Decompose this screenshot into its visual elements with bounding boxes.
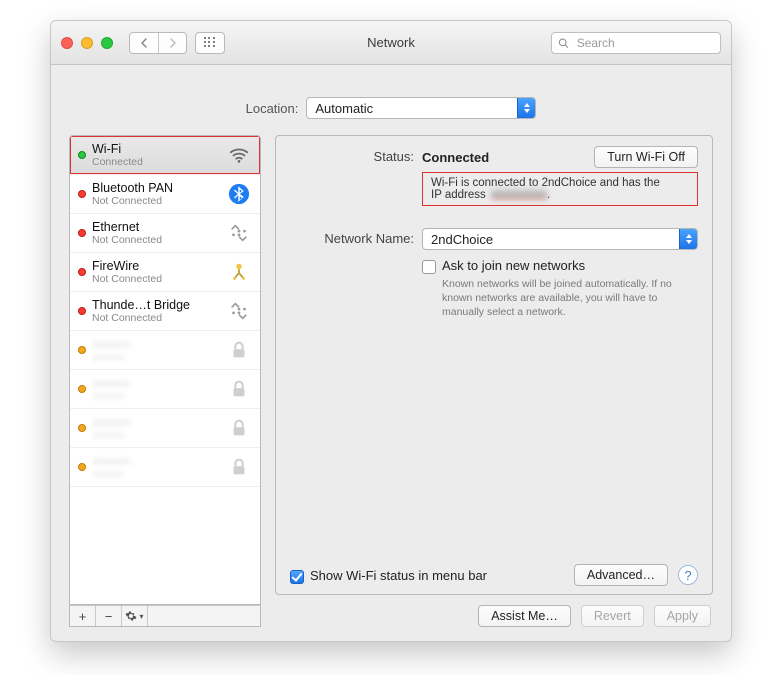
status-label: Status: bbox=[290, 146, 422, 164]
lock-icon bbox=[226, 376, 252, 402]
service-item-ethernet[interactable]: Thunde…t BridgeNot Connected bbox=[70, 292, 260, 331]
titlebar: Network bbox=[51, 21, 731, 65]
window-controls bbox=[61, 37, 113, 49]
gear-icon bbox=[125, 610, 137, 622]
service-name: ——— bbox=[92, 376, 220, 390]
network-name-value: 2ndChoice bbox=[423, 232, 679, 247]
ask-join-label: Ask to join new networks bbox=[442, 258, 585, 273]
status-dot bbox=[78, 268, 86, 276]
toggle-wifi-button[interactable]: Turn Wi-Fi Off bbox=[594, 146, 698, 168]
location-row: Location: Automatic bbox=[69, 81, 713, 119]
revert-button[interactable]: Revert bbox=[581, 605, 644, 627]
service-detail: Status: Connected Turn Wi-Fi Off Wi-Fi i… bbox=[275, 135, 713, 627]
lock-icon bbox=[226, 337, 252, 363]
add-service-button[interactable]: + bbox=[70, 606, 96, 626]
network-name-select[interactable]: 2ndChoice bbox=[422, 228, 698, 250]
advanced-button[interactable]: Advanced… bbox=[574, 564, 668, 586]
service-item-lock[interactable]: —————— bbox=[70, 409, 260, 448]
service-status: Not Connected bbox=[92, 234, 220, 246]
lock-icon bbox=[226, 454, 252, 480]
service-name: ——— bbox=[92, 337, 220, 351]
status-dot bbox=[78, 346, 86, 354]
service-status: Not Connected bbox=[92, 195, 220, 207]
help-button[interactable]: ? bbox=[678, 565, 698, 585]
service-item-lock[interactable]: —————— bbox=[70, 370, 260, 409]
bluetooth-icon bbox=[226, 181, 252, 207]
service-status: Not Connected bbox=[92, 312, 220, 324]
service-status: ——— bbox=[92, 351, 220, 363]
status-detail: Wi-Fi is connected to 2ndChoice and has … bbox=[422, 172, 698, 206]
ask-join-hint: Known networks will be joined automatica… bbox=[422, 277, 692, 320]
minimize-window[interactable] bbox=[81, 37, 93, 49]
service-item-bluetooth[interactable]: Bluetooth PANNot Connected bbox=[70, 175, 260, 214]
zoom-window[interactable] bbox=[101, 37, 113, 49]
back-button[interactable] bbox=[130, 33, 158, 53]
status-dot bbox=[78, 229, 86, 237]
nav-segmented bbox=[129, 32, 187, 54]
network-prefs-window: Network Location: Automatic Wi-Fi bbox=[50, 20, 732, 642]
location-value: Automatic bbox=[307, 101, 517, 116]
services-toolbar: + − ▾ bbox=[69, 605, 261, 627]
close-window[interactable] bbox=[61, 37, 73, 49]
search-icon bbox=[558, 37, 569, 49]
select-stepper-icon bbox=[517, 98, 535, 118]
ip-address-redacted bbox=[491, 190, 547, 199]
ask-join-checkbox[interactable]: Ask to join new networks bbox=[422, 258, 698, 273]
lock-icon bbox=[226, 415, 252, 441]
wifi-icon bbox=[226, 142, 252, 168]
status-dot bbox=[78, 307, 86, 315]
service-name: Thunde…t Bridge bbox=[92, 298, 220, 312]
service-item-lock[interactable]: —————— bbox=[70, 331, 260, 370]
service-status: ——— bbox=[92, 390, 220, 402]
search-field[interactable] bbox=[551, 32, 721, 54]
status-dot bbox=[78, 424, 86, 432]
service-status: Connected bbox=[92, 156, 220, 168]
search-input[interactable] bbox=[575, 35, 714, 51]
ethernet-icon bbox=[226, 220, 252, 246]
service-item-firewire[interactable]: FireWireNot Connected bbox=[70, 253, 260, 292]
ethernet-icon bbox=[226, 298, 252, 324]
service-status: ——— bbox=[92, 468, 220, 480]
remove-service-button[interactable]: − bbox=[96, 606, 122, 626]
show-status-checkbox[interactable]: Show Wi-Fi status in menu bar bbox=[290, 568, 487, 583]
service-item-wifi[interactable]: Wi-FiConnected bbox=[70, 136, 260, 175]
status-dot bbox=[78, 151, 86, 159]
service-name: ——— bbox=[92, 454, 220, 468]
service-name: Ethernet bbox=[92, 220, 220, 234]
show-status-label: Show Wi-Fi status in menu bar bbox=[310, 568, 487, 583]
apps-grid-icon bbox=[204, 37, 216, 49]
status-dot bbox=[78, 463, 86, 471]
location-select[interactable]: Automatic bbox=[306, 97, 536, 119]
service-item-lock[interactable]: —————— bbox=[70, 448, 260, 487]
services-list[interactable]: Wi-FiConnectedBluetooth PANNot Connected… bbox=[69, 135, 261, 605]
select-stepper-icon bbox=[679, 229, 697, 249]
chevron-down-icon: ▾ bbox=[139, 612, 143, 621]
action-row: Assist Me… Revert Apply bbox=[275, 595, 713, 627]
network-name-label: Network Name: bbox=[290, 228, 422, 246]
location-label: Location: bbox=[246, 101, 299, 116]
service-status: Not Connected bbox=[92, 273, 220, 285]
status-value: Connected bbox=[422, 150, 489, 165]
apply-button[interactable]: Apply bbox=[654, 605, 711, 627]
service-name: Wi-Fi bbox=[92, 142, 220, 156]
forward-button[interactable] bbox=[158, 33, 186, 53]
service-item-ethernet[interactable]: EthernetNot Connected bbox=[70, 214, 260, 253]
window-body: Location: Automatic Wi-FiConnectedBlueto… bbox=[51, 65, 731, 641]
services-sidebar: Wi-FiConnectedBluetooth PANNot Connected… bbox=[69, 135, 261, 627]
service-status: ——— bbox=[92, 429, 220, 441]
firewire-icon bbox=[226, 259, 252, 285]
status-dot bbox=[78, 190, 86, 198]
assist-me-button[interactable]: Assist Me… bbox=[478, 605, 571, 627]
service-name: Bluetooth PAN bbox=[92, 181, 220, 195]
service-name: FireWire bbox=[92, 259, 220, 273]
status-dot bbox=[78, 385, 86, 393]
service-name: ——— bbox=[92, 415, 220, 429]
service-actions-menu[interactable]: ▾ bbox=[122, 606, 148, 626]
show-all-button[interactable] bbox=[195, 32, 225, 54]
